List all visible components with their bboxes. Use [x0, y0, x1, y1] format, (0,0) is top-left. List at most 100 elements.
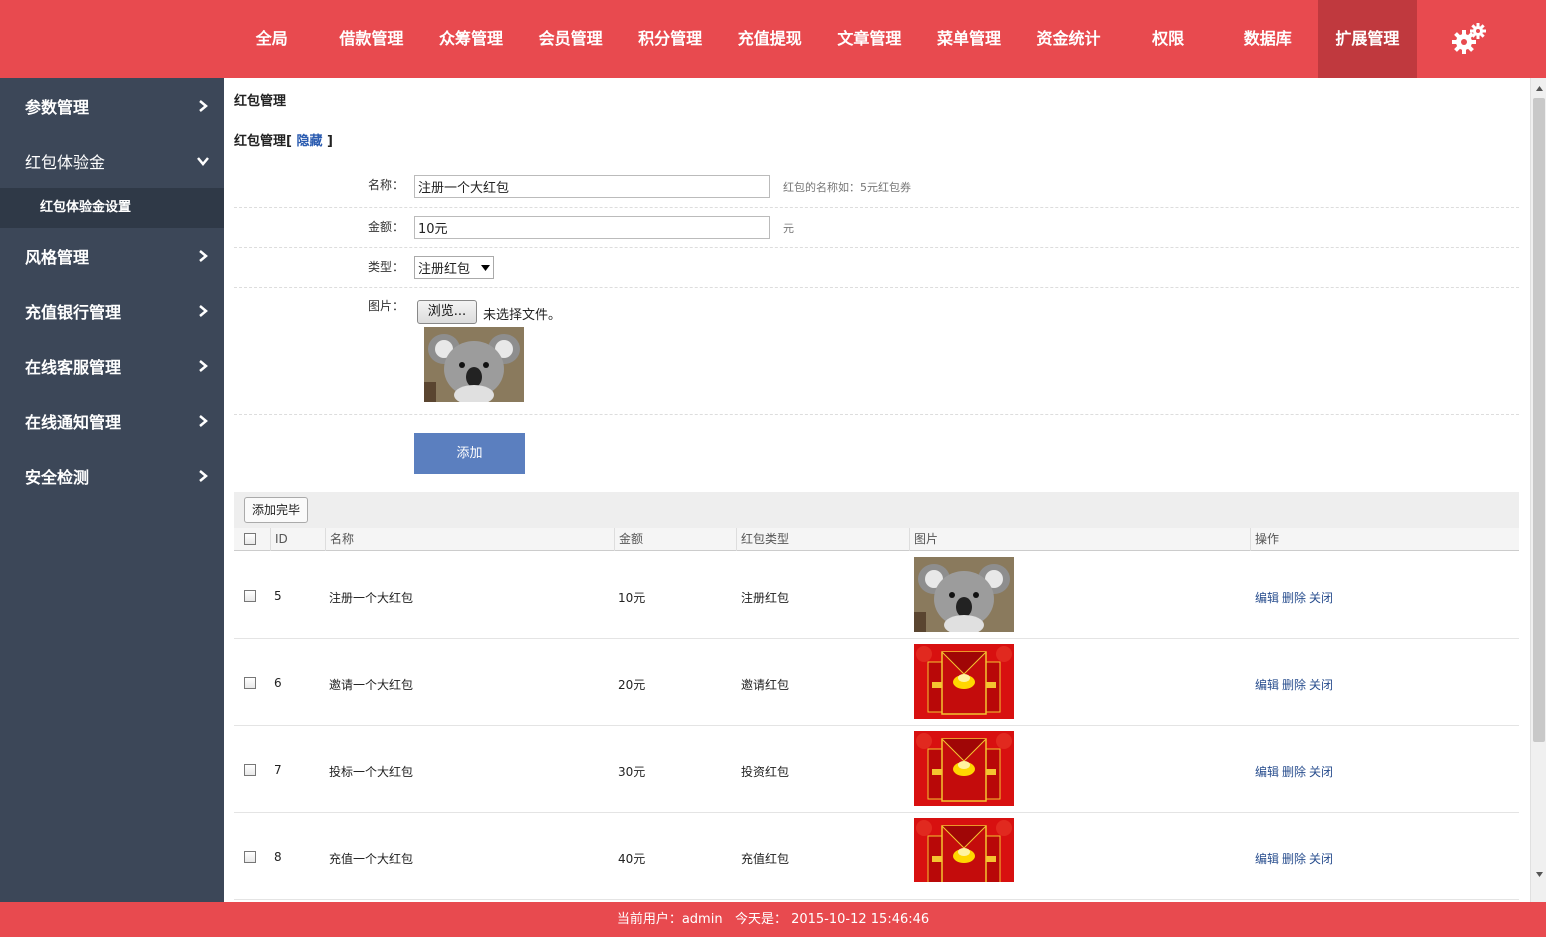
section-title: 红包管理[ 隐藏 ]: [234, 130, 333, 149]
select-all-checkbox[interactable]: [244, 533, 256, 545]
nav-item-extensions[interactable]: 扩展管理: [1317, 0, 1418, 78]
table-row: 7 投标一个大红包 30元 投资红包 编辑 删除 关闭: [234, 726, 1519, 813]
row-name: 投标一个大红包: [329, 765, 414, 779]
row-id: 7: [274, 763, 282, 777]
sidebar-item-label: 在线客服管理: [25, 357, 122, 377]
sidebar-item-security-check[interactable]: 安全检测: [0, 448, 224, 503]
scroll-down-button[interactable]: [1531, 866, 1546, 882]
close-link[interactable]: 关闭: [1309, 591, 1333, 605]
column-header-type: 红包类型: [736, 528, 909, 551]
nav-item-fund-stats[interactable]: 资金统计: [1019, 0, 1119, 78]
nav-item-points[interactable]: 积分管理: [620, 0, 720, 78]
sidebar-item-recharge-bank[interactable]: 充值银行管理: [0, 283, 224, 338]
edit-link[interactable]: 编辑: [1255, 765, 1279, 779]
footer-status-text: 当前用户：admin 今天是： 2015-10-12 15:46:46: [616, 912, 930, 927]
red-envelope-image: [914, 644, 1014, 719]
koala-image: [914, 557, 1014, 632]
amount-input[interactable]: [414, 216, 770, 239]
type-select[interactable]: 注册红包: [414, 256, 494, 279]
row-type: 邀请红包: [741, 678, 790, 692]
column-header-id: ID: [270, 528, 325, 551]
sidebar-subitem-red-packet-settings[interactable]: 红包体验金设置: [0, 188, 224, 228]
sidebar-item-style[interactable]: 风格管理: [0, 228, 224, 283]
chevron-right-icon: [199, 359, 208, 372]
row-checkbox[interactable]: [244, 590, 256, 602]
delete-link[interactable]: 删除: [1282, 765, 1306, 779]
sidebar-item-parameters[interactable]: 参数管理: [0, 78, 224, 133]
nav-item-crowdfunding[interactable]: 众筹管理: [421, 0, 521, 78]
row-amount: 40元: [618, 852, 646, 866]
nav-item-menus[interactable]: 菜单管理: [919, 0, 1019, 78]
sidebar-item-online-notice[interactable]: 在线通知管理: [0, 393, 224, 448]
sidebar: 参数管理 红包体验金 红包体验金设置 风格管理 充值银行管理 在线客服管理 在线…: [0, 78, 224, 902]
delete-link[interactable]: 删除: [1282, 591, 1306, 605]
top-navbar: 全局 借款管理 众筹管理 会员管理 积分管理 充值提现 文章管理 菜单管理 资金…: [0, 0, 1546, 78]
scrollbar-thumb[interactable]: [1533, 98, 1545, 742]
sidebar-item-label: 红包体验金: [25, 152, 106, 172]
chevron-down-icon: [197, 156, 209, 166]
browse-button[interactable]: 浏览...: [417, 300, 477, 324]
sidebar-item-label: 在线通知管理: [25, 412, 122, 432]
section-title-end: ]: [327, 134, 333, 149]
table-toolbar: 添加完毕: [234, 492, 1519, 528]
row-actions: 编辑 删除 关闭: [1255, 589, 1336, 606]
form-row-image: 图片： 浏览... 未选择文件。: [234, 288, 1519, 415]
add-button[interactable]: 添加: [414, 433, 525, 474]
row-actions: 编辑 删除 关闭: [1255, 676, 1336, 693]
nav-item-database[interactable]: 数据库: [1218, 0, 1318, 78]
close-link[interactable]: 关闭: [1309, 765, 1333, 779]
row-image-red-envelope: [914, 818, 1014, 882]
main-content: 红包管理 红包管理[ 隐藏 ] 名称： 红包的名称如：5元红包券 金额： 元 类…: [224, 78, 1530, 902]
sidebar-item-red-packet[interactable]: 红包体验金: [0, 133, 224, 188]
nav-item-articles[interactable]: 文章管理: [820, 0, 920, 78]
close-link[interactable]: 关闭: [1309, 852, 1333, 866]
type-select-value: 注册红包: [418, 262, 471, 277]
row-checkbox[interactable]: [244, 677, 256, 689]
row-actions: 编辑 删除 关闭: [1255, 850, 1336, 867]
row-image-red-envelope: [914, 731, 1014, 806]
row-actions: 编辑 删除 关闭: [1255, 763, 1336, 780]
koala-image: [424, 327, 524, 402]
image-preview: [424, 327, 524, 402]
table-row: 5 注册一个大红包 10元 注册红包 编辑 删除 关闭: [234, 552, 1519, 639]
edit-link[interactable]: 编辑: [1255, 678, 1279, 692]
delete-link[interactable]: 删除: [1282, 852, 1306, 866]
amount-label: 金额：: [368, 220, 405, 234]
form-row-name: 名称： 红包的名称如：5元红包券: [234, 166, 1519, 208]
row-id: 8: [274, 850, 282, 864]
nav-item-permissions[interactable]: 权限: [1118, 0, 1218, 78]
no-file-text: 未选择文件。: [483, 308, 562, 323]
scroll-up-button[interactable]: [1531, 80, 1546, 96]
row-amount: 20元: [618, 678, 646, 692]
settings-button[interactable]: [1419, 0, 1519, 78]
row-id: 6: [274, 676, 282, 690]
nav-item-recharge-withdraw[interactable]: 充值提现: [720, 0, 820, 78]
nav-item-loan-management[interactable]: 借款管理: [322, 0, 422, 78]
nav-item-members[interactable]: 会员管理: [521, 0, 621, 78]
red-envelope-image: [914, 731, 1014, 806]
delete-link[interactable]: 删除: [1282, 678, 1306, 692]
edit-link[interactable]: 编辑: [1255, 852, 1279, 866]
breadcrumb: 红包管理: [234, 94, 287, 109]
vertical-scrollbar[interactable]: [1530, 78, 1546, 902]
table-row: 8 充值一个大红包 40元 充值红包 编辑 删除 关闭: [234, 813, 1519, 900]
amount-hint: 元: [783, 222, 794, 235]
close-link[interactable]: 关闭: [1309, 678, 1333, 692]
type-label: 类型：: [368, 260, 405, 274]
chevron-right-icon: [199, 249, 208, 262]
sidebar-item-online-service[interactable]: 在线客服管理: [0, 338, 224, 393]
column-header-amount: 金额: [614, 528, 736, 551]
sidebar-item-label: 风格管理: [25, 247, 90, 267]
name-input[interactable]: [414, 175, 770, 198]
row-checkbox[interactable]: [244, 851, 256, 863]
row-type: 投资红包: [741, 765, 790, 779]
sidebar-item-label: 参数管理: [25, 97, 90, 117]
arrow-down-icon: [1535, 871, 1543, 877]
add-done-button[interactable]: 添加完毕: [244, 497, 308, 523]
hide-link[interactable]: 隐藏: [296, 134, 322, 149]
edit-link[interactable]: 编辑: [1255, 591, 1279, 605]
row-checkbox[interactable]: [244, 764, 256, 776]
nav-item-global[interactable]: 全局: [222, 0, 322, 78]
sidebar-item-label: 充值银行管理: [25, 302, 122, 322]
row-name: 充值一个大红包: [329, 852, 414, 866]
